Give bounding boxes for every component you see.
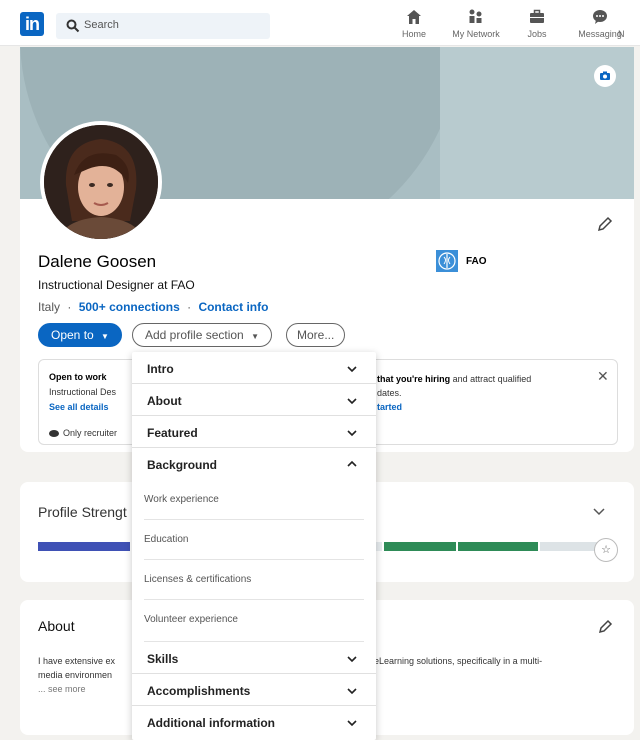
work-experience-label: Work experience (144, 494, 219, 505)
star-icon: ☆ (594, 538, 618, 562)
open-to-work-desc: Instructional Des (49, 387, 117, 397)
profile-headline: Instructional Designer at FAO (38, 278, 195, 292)
close-icon[interactable]: ✕ (597, 368, 609, 385)
search-icon (66, 19, 80, 33)
nav-jobs[interactable]: Jobs (507, 8, 567, 39)
chevron-up-icon (347, 460, 357, 467)
background-work-experience[interactable]: Work experience (144, 480, 364, 520)
add-profile-section-dropdown: Intro About Featured Background Work exp… (132, 352, 376, 740)
profile-location-line: Italy · 500+ connections · Contact info (38, 300, 268, 314)
hiring-text-2: dates. (377, 388, 402, 398)
avatar[interactable] (40, 121, 162, 243)
licenses-label: Licenses & certifications (144, 574, 252, 585)
caret-down-icon: ▼ (251, 332, 259, 341)
education-label: Education (144, 534, 189, 545)
linkedin-logo[interactable]: in (20, 12, 44, 36)
home-icon (407, 10, 421, 24)
section-featured[interactable]: Featured (132, 416, 376, 448)
section-background-label: Background (147, 458, 218, 472)
hiring-text: and attract qualified (450, 374, 532, 384)
briefcase-icon (530, 9, 544, 23)
contact-info-link[interactable]: Contact info (198, 300, 268, 314)
visibility-text: Only recruiter (63, 428, 118, 438)
strength-segment-rest (540, 542, 598, 551)
profile-location: Italy (38, 300, 61, 314)
section-background[interactable]: Background (132, 448, 376, 480)
edit-banner-camera-icon[interactable] (594, 65, 616, 87)
nav-my-network-label: My Network (452, 29, 500, 39)
hiring-bold-text: that you're hiring (377, 374, 451, 384)
visibility-note: Only recruiter (49, 428, 117, 438)
top-nav: in Search Home My Network Jobs Messaging… (0, 0, 640, 46)
section-featured-label: Featured (147, 426, 198, 440)
nav-jobs-label: Jobs (527, 29, 547, 39)
caret-down-icon: ▼ (101, 332, 109, 341)
search-placeholder: Search (84, 19, 119, 31)
see-more-link[interactable]: ... see more (38, 684, 86, 694)
section-intro[interactable]: Intro (132, 352, 376, 384)
section-about[interactable]: About (132, 384, 376, 416)
add-profile-section-button[interactable]: Add profile section ▼ (132, 323, 272, 347)
chevron-down-icon (347, 720, 357, 727)
section-intro-label: Intro (147, 362, 174, 376)
open-to-button[interactable]: Open to ▼ (38, 323, 122, 347)
messaging-icon (593, 10, 607, 24)
section-accomplishments-label: Accomplishments (147, 684, 251, 698)
current-organization[interactable]: FAO (436, 250, 487, 272)
chevron-down-icon (347, 398, 357, 405)
strength-segment-3 (384, 542, 456, 551)
separator: · (187, 300, 192, 314)
notifications-icon (620, 8, 638, 26)
chevron-down-icon[interactable] (592, 504, 606, 518)
chevron-down-icon (347, 656, 357, 663)
section-skills[interactable]: Skills (132, 642, 376, 674)
edit-about-pencil-icon[interactable] (598, 618, 614, 634)
about-title: About (38, 618, 75, 634)
add-profile-section-label: Add profile section (145, 328, 244, 342)
section-about-label: About (147, 394, 182, 408)
section-skills-label: Skills (147, 652, 179, 666)
chevron-down-icon (347, 430, 357, 437)
strength-segment-1 (38, 542, 130, 551)
chevron-down-icon (347, 688, 357, 695)
chevron-down-icon (347, 366, 357, 373)
section-additional-information[interactable]: Additional information (132, 706, 376, 740)
about-text-right: eLearning solutions, specifically in a m… (374, 656, 543, 666)
open-to-label: Open to (51, 328, 94, 342)
network-icon (469, 9, 482, 23)
open-to-work-title: Open to work (49, 372, 107, 382)
hiring-promo-text: that you're hiring and attract qualified… (377, 372, 587, 400)
get-started-link[interactable]: tarted (377, 402, 402, 412)
organization-name: FAO (466, 255, 487, 267)
section-additional-information-label: Additional information (147, 716, 275, 730)
about-text-line2: media environmen (38, 670, 113, 680)
eye-icon (49, 429, 59, 437)
nav-notifications-label: N (618, 29, 625, 39)
background-education[interactable]: Education (144, 520, 364, 560)
background-volunteer[interactable]: Volunteer experience (144, 600, 364, 642)
edit-intro-pencil-icon[interactable] (596, 215, 614, 233)
volunteer-label: Volunteer experience (144, 614, 238, 625)
section-accomplishments[interactable]: Accomplishments (132, 674, 376, 706)
profile-name: Dalene Goosen (38, 252, 157, 271)
search-input[interactable]: Search (56, 13, 270, 39)
about-text-left: I have extensive ex (38, 656, 116, 666)
profile-strength-title: Profile Strengt (38, 504, 127, 520)
separator: · (67, 300, 72, 314)
more-button[interactable]: More... (286, 323, 346, 347)
see-all-details-link[interactable]: See all details (49, 402, 109, 412)
fao-logo (436, 250, 458, 272)
nav-home[interactable]: Home (384, 8, 444, 39)
nav-home-label: Home (401, 29, 426, 39)
connections-link[interactable]: 500+ connections (79, 300, 180, 314)
nav-notifications[interactable]: N (618, 8, 640, 39)
strength-segment-4 (458, 542, 538, 551)
background-licenses[interactable]: Licenses & certifications (144, 560, 364, 600)
nav-my-network[interactable]: My Network (446, 8, 506, 39)
